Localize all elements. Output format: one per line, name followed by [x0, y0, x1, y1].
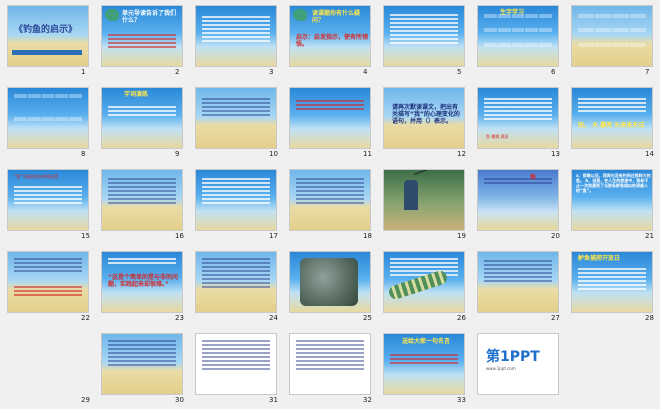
slide-number-6: 6: [551, 68, 556, 76]
slide-number-5: 5: [457, 68, 462, 76]
slide-thumbnail-24[interactable]: [195, 251, 277, 313]
slide-number-3: 3: [269, 68, 274, 76]
slide-number-31: 31: [269, 396, 278, 404]
slide-thumbnail-20[interactable]: 鱼: [477, 169, 559, 231]
cover-title: 《钓鱼的启示》: [14, 25, 78, 35]
slide-thumbnail-9[interactable]: 字词演练: [101, 87, 183, 149]
slide-thumbnail-31[interactable]: [289, 333, 371, 395]
slide-thumbnail-2[interactable]: 单元导读告诉了我们什么？: [101, 5, 183, 67]
slide-thumbnail-33[interactable]: 第1PPT www.1ppt.com: [477, 333, 559, 395]
slide-number-2: 2: [175, 68, 180, 76]
slide-thumbnail-4[interactable]: 读课题你有什么疑问？ 启示：启发指示，使有所领悟。: [289, 5, 371, 67]
slide-thumbnail-7[interactable]: [571, 5, 653, 67]
slide-thumbnail-11[interactable]: [289, 87, 371, 149]
slide-number-19: 19: [457, 232, 466, 240]
slide-thumbnail-10[interactable]: [195, 87, 277, 149]
slide-number-12: 12: [457, 150, 466, 158]
slide-thumbnail-14[interactable]: 知。 大 暴亮 头来张天试: [571, 87, 653, 149]
slide-thumbnail-12[interactable]: 请再次默读课文，把出有关描写“我”的心理变化的语句，并用（）表示。: [383, 87, 465, 149]
slide-text: 单元导读告诉了我们什么？: [122, 10, 177, 24]
slide-thumbnail-29[interactable]: [101, 333, 183, 395]
slide-text: “我”不留宿会有的原因是: [14, 174, 59, 179]
slide-thumbnail-8[interactable]: [7, 87, 89, 149]
fishing-rod: [413, 170, 452, 175]
slide-number-21: 21: [645, 232, 654, 240]
slide-number-4: 4: [363, 68, 368, 76]
slide-number-32: 32: [363, 396, 372, 404]
slide-thumbnail-16[interactable]: [101, 169, 183, 231]
slide-thumbnail-15[interactable]: “我”不留宿会有的原因是: [7, 169, 89, 231]
logo-url: www.1ppt.com: [486, 366, 516, 371]
slide-number-7: 7: [645, 68, 650, 76]
slide-number-30: 30: [175, 396, 184, 404]
slide-thumbnail-17[interactable]: [195, 169, 277, 231]
slide-title: 送给大家一句名言: [402, 338, 451, 345]
slide-number-14: 14: [645, 150, 654, 158]
slide-thumbnail-21[interactable]: a、那晚以后，我再也没有钓到过那样大的鱼。 b、但是，在人生的旅途中，我却不止一…: [571, 169, 653, 231]
slide-text: “这是个简单的是与非的问题，实践起来却很难。”: [108, 274, 178, 288]
slide-number-9: 9: [175, 150, 180, 158]
slide-thumbnail-23[interactable]: “这是个简单的是与非的问题，实践起来却很难。”: [101, 251, 183, 313]
slide-number-25: 25: [363, 314, 372, 322]
slide-thumbnail-1[interactable]: 《钓鱼的启示》: [7, 5, 89, 67]
slide-number-27: 27: [551, 314, 560, 322]
fish-icon: [293, 9, 307, 21]
slide-sorter-grid: 《钓鱼的启示》 1 单元导读告诉了我们什么？ 2 3 读课题你有什么疑问？ 启示…: [7, 5, 657, 405]
slide-thumbnail-22[interactable]: [7, 251, 89, 313]
slide-text: 读课题你有什么疑问？: [312, 10, 361, 24]
slide-number-15: 15: [81, 232, 90, 240]
slide-number-18: 18: [363, 232, 372, 240]
fisherman-photo: [404, 180, 418, 210]
slide-number-20: 20: [551, 232, 560, 240]
slide-number-17: 17: [269, 232, 278, 240]
slide-thumbnail-3[interactable]: [195, 5, 277, 67]
slide-number-33: 33: [457, 396, 466, 404]
slide-thumbnail-32[interactable]: 送给大家一句名言: [383, 333, 465, 395]
fish-icon: [105, 9, 119, 21]
slide-number-29: 29: [81, 396, 90, 404]
ppt-logo: 第1PPT: [486, 349, 540, 365]
slide-thumbnail-28[interactable]: 鲈鱼捕捞开放日: [571, 251, 653, 313]
slide-thumbnail-26[interactable]: [383, 251, 465, 313]
slide-number-10: 10: [269, 150, 278, 158]
slide-text: 鱼 暴跳 满身: [486, 134, 509, 139]
slide-number-23: 23: [175, 314, 184, 322]
slide-thumbnail-27[interactable]: [477, 251, 559, 313]
slide-thumbnail-19[interactable]: [383, 169, 465, 231]
slide-text: 请再次默读课文，把出有关描写“我”的心理变化的语句，并用（）表示。: [392, 104, 460, 125]
slide-number-16: 16: [175, 232, 184, 240]
slide-number-26: 26: [457, 314, 466, 322]
slide-text: 鱼: [530, 174, 537, 181]
slide-number-28: 28: [645, 314, 654, 322]
slide-title: 字词演练: [124, 91, 149, 98]
slide-thumbnail-25[interactable]: [289, 251, 371, 313]
slide-thumbnail-18[interactable]: [289, 169, 371, 231]
slide-subtext: 启示：启发指示，使有所领悟。: [296, 34, 369, 48]
slide-number-11: 11: [363, 150, 372, 158]
slide-thumbnail-6[interactable]: 生字学习: [477, 5, 559, 67]
slide-number-22: 22: [81, 314, 90, 322]
slide-number-13: 13: [551, 150, 560, 158]
cover-subtitle-bar: [12, 50, 82, 55]
slide-thumbnail-30[interactable]: [195, 333, 277, 395]
illustration-image: [300, 258, 358, 306]
slide-number-8: 8: [81, 150, 86, 158]
slide-thumbnail-5[interactable]: [383, 5, 465, 67]
slide-text: 知。 大 暴亮 头来张天试: [578, 122, 645, 129]
slide-number-1: 1: [81, 68, 86, 76]
slide-title: 鲈鱼捕捞开放日: [578, 255, 621, 262]
slide-number-24: 24: [269, 314, 278, 322]
slide-thumbnail-13[interactable]: 鱼 暴跳 满身: [477, 87, 559, 149]
slide-text: a、那晚以后，我再也没有钓到过那样大的鱼。 b、但是，在人生的旅途中，我却不止一…: [576, 173, 651, 193]
